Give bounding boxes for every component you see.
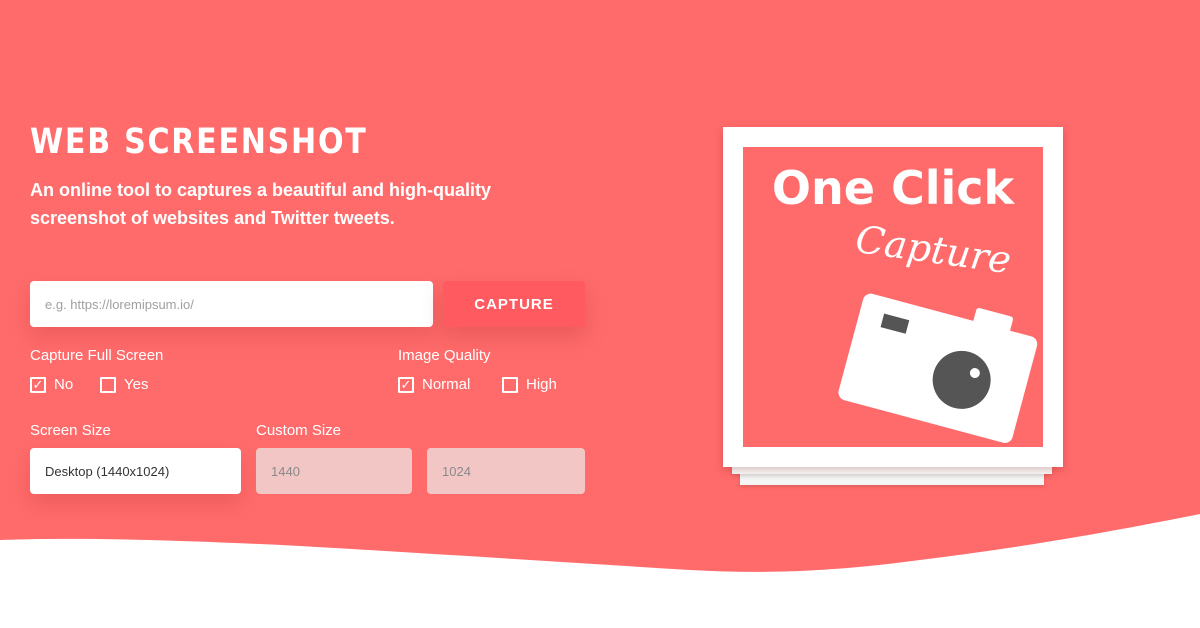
- logo-text-one-click: One Click: [771, 161, 1015, 215]
- url-input[interactable]: [30, 281, 433, 327]
- capture-button[interactable]: CAPTURE: [443, 281, 585, 327]
- custom-size-label: Custom Size: [256, 422, 342, 439]
- camera-icon: [838, 293, 1038, 443]
- logo-panel: One Click Capture: [743, 147, 1043, 447]
- quality-normal-option[interactable]: ✓ Normal: [398, 376, 470, 393]
- option-label-yes: Yes: [124, 376, 149, 393]
- checkbox-checked[interactable]: ✓: [398, 376, 414, 393]
- main-content: WEB SCREENSHOT An online tool to capture…: [0, 0, 1200, 628]
- checkbox-unchecked[interactable]: [100, 376, 116, 393]
- photo-frame: One Click Capture: [723, 127, 1063, 467]
- custom-width-input[interactable]: [256, 448, 412, 494]
- screen-size-select[interactable]: Desktop (1440x1024): [30, 448, 241, 494]
- quality-high-option[interactable]: High: [502, 376, 557, 393]
- custom-height-input[interactable]: [427, 448, 585, 494]
- checkbox-checked[interactable]: ✓: [30, 376, 46, 393]
- full-screen-label: Capture Full Screen: [30, 347, 164, 364]
- option-label-normal: Normal: [422, 376, 471, 393]
- page-title: WEB SCREENSHOT: [30, 122, 368, 162]
- full-screen-yes-option[interactable]: Yes: [100, 376, 148, 393]
- checkbox-unchecked[interactable]: [502, 376, 518, 393]
- option-label-no: No: [54, 376, 74, 393]
- hero-illustration: One Click Capture: [720, 124, 1070, 490]
- screen-size-value: Desktop (1440x1024): [45, 463, 170, 479]
- logo-text-capture: Capture: [852, 217, 1014, 283]
- screen-size-label: Screen Size: [30, 422, 111, 439]
- option-label-high: High: [526, 376, 557, 393]
- full-screen-no-option[interactable]: ✓ No: [30, 376, 73, 393]
- image-quality-label: Image Quality: [398, 347, 491, 364]
- page-subtitle: An online tool to captures a beautiful a…: [30, 180, 492, 228]
